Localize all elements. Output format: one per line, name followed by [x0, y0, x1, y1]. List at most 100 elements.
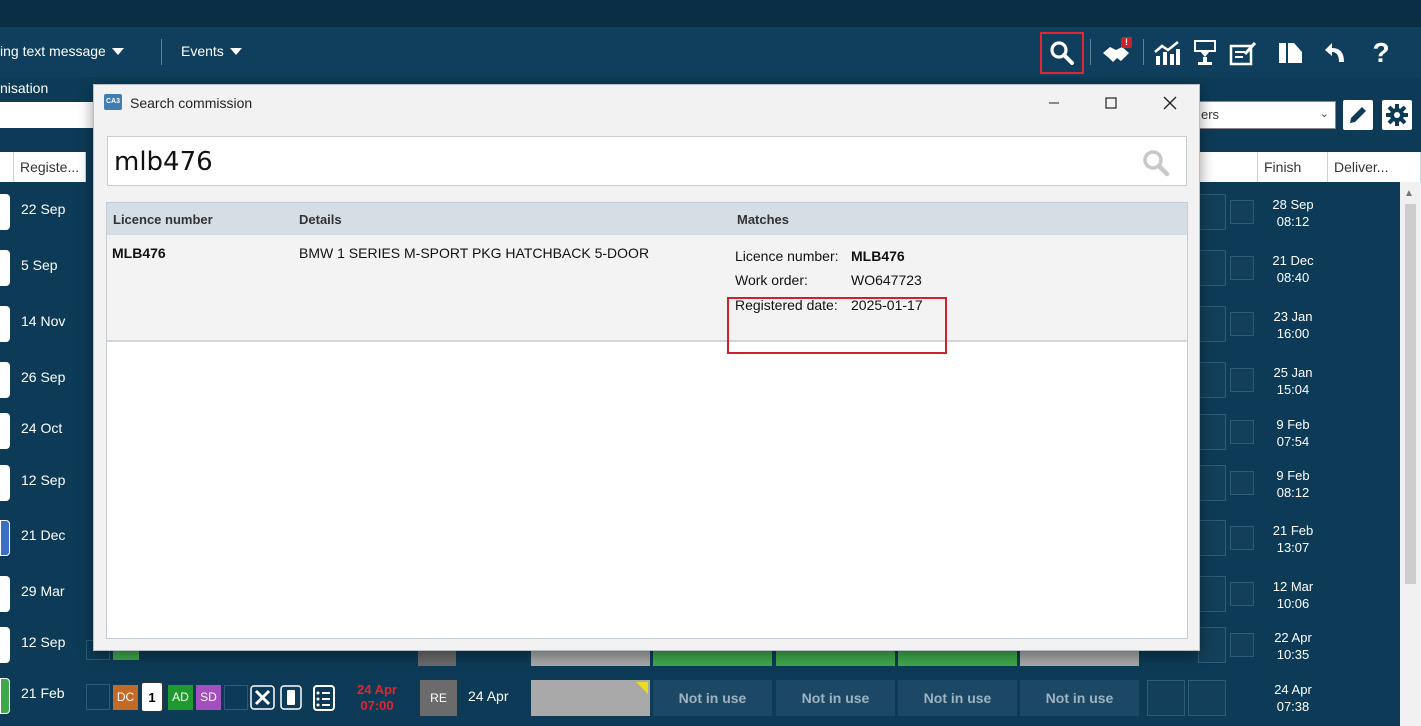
header-details[interactable]: Details [299, 212, 342, 227]
vertical-scrollbar[interactable]: ▲ [1400, 182, 1421, 726]
finish-time: 9 Feb 07:54 [1276, 417, 1310, 449]
status-cell [1230, 368, 1254, 392]
toolbar-divider [1143, 39, 1144, 65]
row-cell [1020, 651, 1139, 666]
question-mark-icon: ? [1372, 37, 1390, 68]
status-cell [1198, 576, 1226, 612]
search-input[interactable]: mlb476 [107, 136, 1187, 186]
checklist-icon[interactable] [312, 683, 336, 712]
progress-cell [531, 680, 650, 716]
finish-time: 21 Feb 13:07 [1272, 523, 1314, 555]
row-chip [0, 465, 10, 501]
minimize-icon [1049, 102, 1059, 104]
dialog-title-bar[interactable]: CA3 Search commission [94, 85, 1199, 121]
match-licence-number: Licence number: MLB476 [735, 248, 905, 264]
toolbar-divider [161, 39, 162, 65]
filter-select-value: ers [1201, 107, 1220, 122]
search-icon[interactable] [1142, 149, 1170, 177]
tools-icon[interactable] [250, 685, 275, 710]
finish-time: 25 Jan 15:04 [1273, 365, 1313, 397]
table-row[interactable]: 21 Feb [0, 672, 100, 722]
dc-badge[interactable]: DC [113, 685, 138, 710]
status-cell [1147, 680, 1185, 716]
table-row[interactable]: 12 Sep [0, 459, 100, 509]
table-row[interactable]: 21 Dec [0, 514, 100, 564]
maximize-icon [1105, 97, 1117, 109]
statistics-button[interactable] [1149, 35, 1185, 71]
edit-button[interactable] [1343, 100, 1373, 130]
sd-badge[interactable]: SD [196, 685, 221, 710]
column-header-delivered[interactable]: Deliver... [1328, 152, 1421, 182]
result-details: BMW 1 SERIES M-SPORT PKG HATCHBACK 5-DOO… [299, 245, 650, 261]
row-date: 24 Oct [21, 420, 63, 436]
row-date: 12 Sep [21, 472, 66, 488]
row-date: 14 Nov [21, 313, 66, 329]
table-row[interactable]: 26 Sep [0, 356, 100, 406]
minimize-button[interactable] [1039, 91, 1069, 115]
finish-time: 21 Dec 08:40 [1272, 253, 1314, 285]
chevron-down-icon: ⌄ [1319, 108, 1329, 120]
close-button[interactable] [1155, 91, 1185, 115]
catalog-button[interactable] [1272, 35, 1308, 71]
header-matches[interactable]: Matches [737, 212, 789, 227]
status-cell [1198, 465, 1226, 501]
close-icon [1163, 96, 1177, 110]
form-edit-icon [1229, 41, 1257, 66]
row-date: 12 Sep [21, 634, 66, 650]
scroll-up-icon[interactable]: ▲ [1404, 188, 1414, 199]
row-cell [898, 651, 1017, 666]
row-chip [0, 194, 10, 230]
status-cell [1198, 520, 1226, 556]
not-in-use-cell: Not in use [776, 680, 895, 716]
settings-button[interactable] [1382, 100, 1412, 130]
table-row[interactable]: 22 Sep [0, 188, 100, 238]
filter-select[interactable]: ers ⌄ [1190, 101, 1336, 129]
checklist-edit-button[interactable] [1225, 35, 1261, 71]
table-row[interactable]: 5 Sep [0, 244, 100, 294]
organisation-input[interactable] [0, 102, 100, 128]
finish-time: 12 Mar 10:06 [1272, 579, 1314, 611]
row-chip [0, 576, 10, 612]
toolbar-divider [1090, 39, 1091, 65]
column-header-blank [0, 152, 14, 182]
menu-events[interactable]: Events [181, 43, 242, 59]
row-cell [776, 651, 895, 666]
status-cell [1230, 633, 1254, 657]
row-chip [0, 250, 10, 286]
status-cell [1230, 582, 1254, 606]
finish-time: 9 Feb 08:12 [1276, 468, 1310, 500]
table-row[interactable]: 24 Oct [0, 407, 100, 457]
status-cell [1198, 306, 1226, 342]
row-date: 26 Sep [21, 369, 66, 385]
table-row[interactable]: 14 Nov [0, 300, 100, 350]
table-row[interactable]: 29 Mar [0, 570, 100, 620]
re-badge[interactable]: RE [420, 680, 457, 716]
book-icon [1279, 43, 1302, 63]
search-button[interactable] [1040, 32, 1084, 74]
undo-arrow-icon [1325, 43, 1344, 62]
phone-icon[interactable] [280, 685, 302, 710]
column-header-finish[interactable]: Finish [1258, 152, 1328, 182]
scroll-thumb[interactable] [1405, 204, 1416, 584]
maximize-button[interactable] [1096, 91, 1126, 115]
help-button[interactable]: ? [1363, 35, 1399, 71]
result-row[interactable]: MLB476 BMW 1 SERIES M-SPORT PKG HATCHBAC… [107, 235, 1187, 342]
status-cell [1230, 420, 1254, 444]
organisation-label: nisation [0, 80, 49, 96]
main-toolbar: ing text message Events ! ? [0, 27, 1421, 77]
result-licence-number: MLB476 [112, 245, 166, 261]
document-count-badge[interactable]: 1 [141, 682, 163, 712]
column-header-registered[interactable]: Registe... [14, 152, 86, 182]
results-header: Licence number Details Matches [107, 203, 1187, 235]
table-row[interactable]: 12 Sep [0, 621, 100, 671]
undo-button[interactable] [1318, 35, 1354, 71]
finish-time: 23 Jan 16:00 [1273, 309, 1313, 341]
ad-badge[interactable]: AD [168, 685, 193, 710]
trophy-button[interactable] [1187, 35, 1223, 71]
column-header-blank [1200, 152, 1258, 182]
handshake-alert-button[interactable]: ! [1098, 35, 1134, 71]
header-licence-number[interactable]: Licence number [113, 212, 213, 227]
menu-text-message[interactable]: ing text message [0, 43, 124, 59]
finish-time: 24 Apr 07:38 [1274, 682, 1312, 714]
note-corner-icon [636, 682, 648, 694]
